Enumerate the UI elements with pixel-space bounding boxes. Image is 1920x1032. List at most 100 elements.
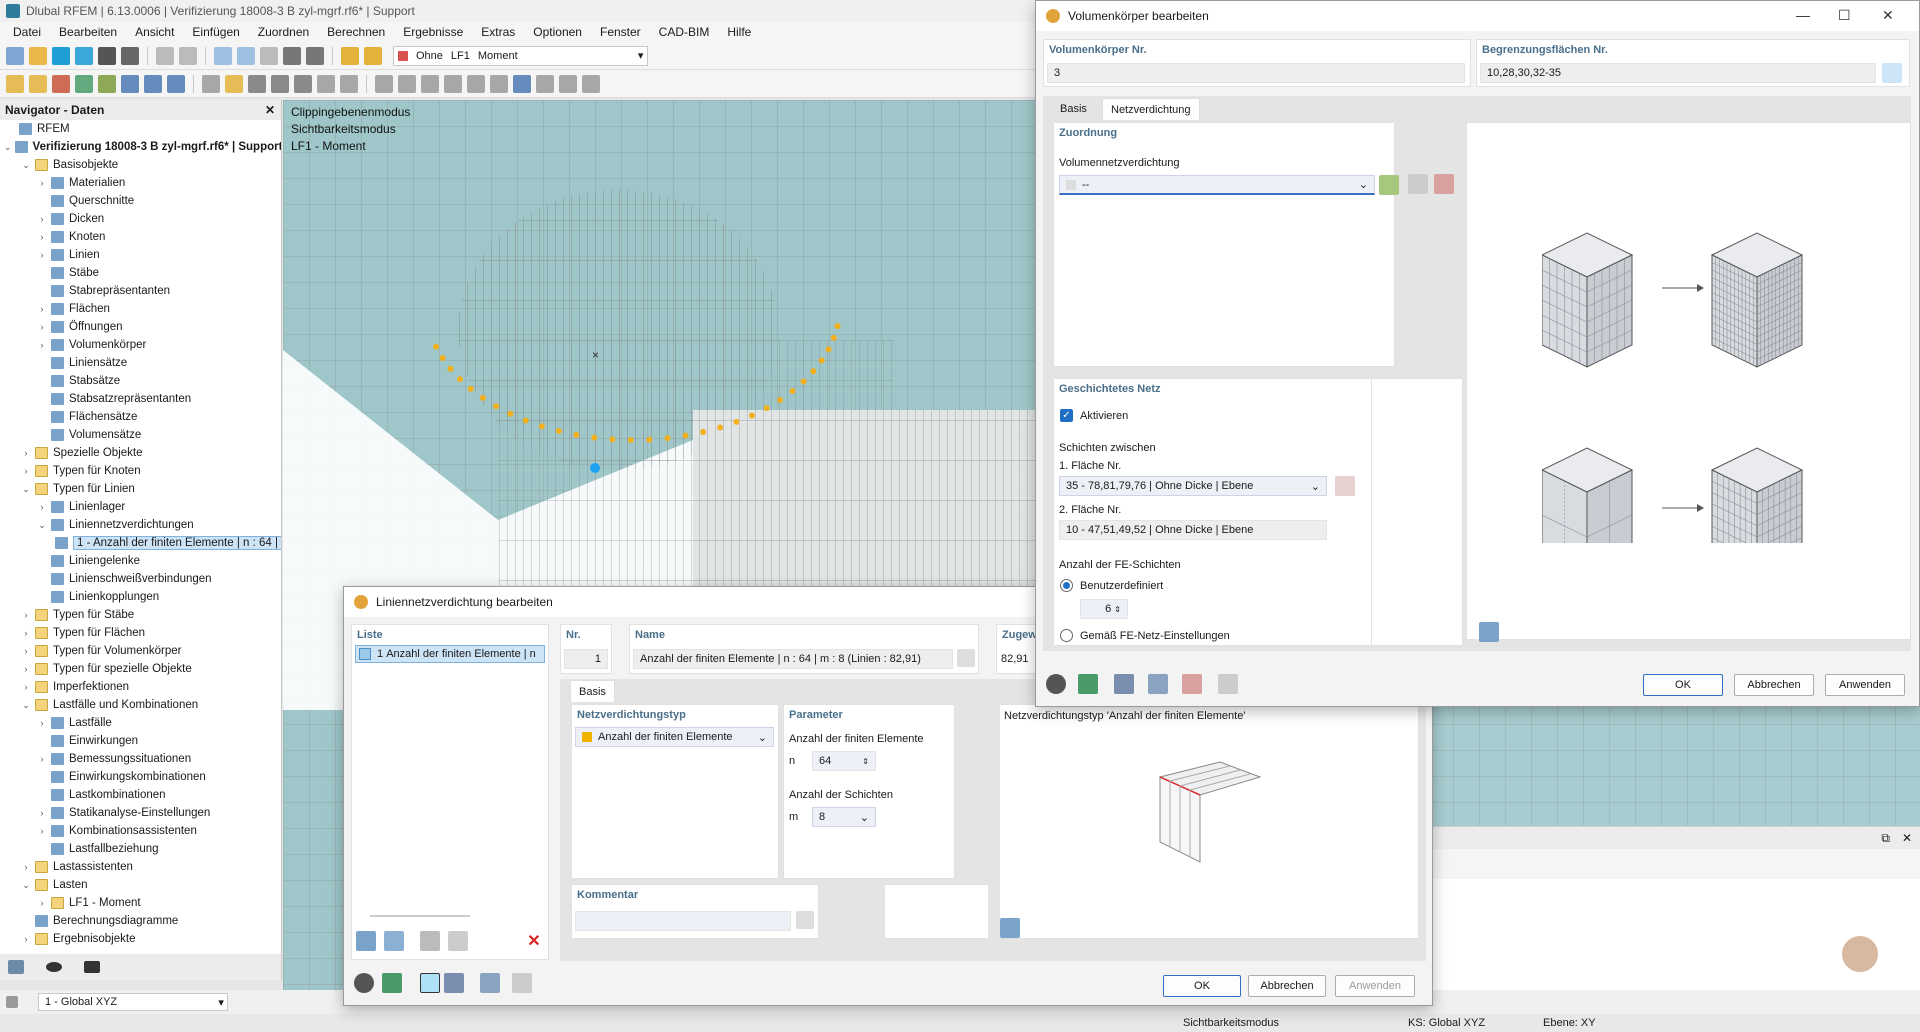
n-stepper[interactable]: 64 ⇕ bbox=[812, 751, 876, 771]
new-item-icon[interactable] bbox=[356, 931, 376, 951]
user-defined-radio[interactable] bbox=[1060, 579, 1073, 592]
formula-icon[interactable] bbox=[512, 973, 532, 993]
menu-item[interactable]: Fenster bbox=[591, 25, 650, 39]
navigator-item[interactable]: Stabsätze bbox=[2, 372, 281, 390]
color-icon[interactable] bbox=[420, 973, 440, 993]
navigator-item[interactable]: › Lastassistenten bbox=[2, 858, 281, 876]
navigator-item[interactable]: Lastfallbeziehung bbox=[2, 840, 281, 858]
toolbar-tool-icon[interactable] bbox=[225, 74, 243, 93]
toolbar-tool-icon[interactable] bbox=[398, 74, 416, 93]
navigator-item[interactable]: Stäbe bbox=[2, 264, 281, 282]
navigator-item[interactable]: ⌄ Typen für Linien bbox=[2, 480, 281, 498]
chevron-right-icon[interactable]: › bbox=[20, 646, 32, 656]
chevron-right-icon[interactable]: › bbox=[36, 340, 48, 350]
close-icon[interactable]: ✕ bbox=[1882, 7, 1894, 24]
layer-count-stepper[interactable]: 6 ⇕ bbox=[1080, 599, 1128, 619]
chevron-right-icon[interactable]: › bbox=[20, 466, 32, 476]
navigator-item[interactable]: ⌄ Lasten bbox=[2, 876, 281, 894]
ok-button[interactable]: OK bbox=[1163, 975, 1241, 997]
chevron-right-icon[interactable]: › bbox=[20, 610, 32, 620]
spin-icon[interactable]: ⇕ bbox=[862, 757, 869, 766]
uncheck-all-icon[interactable] bbox=[448, 931, 468, 951]
chevron-right-icon[interactable]: › bbox=[36, 214, 48, 224]
chevron-right-icon[interactable]: › bbox=[36, 898, 48, 908]
navigator-item[interactable]: › Typen für Flächen bbox=[2, 624, 281, 642]
report-icon[interactable] bbox=[283, 46, 301, 65]
ok-button[interactable]: OK bbox=[1643, 674, 1723, 696]
tab-basis[interactable]: Basis bbox=[1052, 98, 1095, 120]
cancel-button[interactable]: Abbrechen bbox=[1734, 674, 1814, 696]
chevron-down-icon[interactable]: ⌄ bbox=[20, 700, 32, 711]
maximize-icon[interactable]: ☐ bbox=[1838, 7, 1851, 24]
info-icon[interactable] bbox=[1479, 622, 1499, 642]
navigator-item[interactable]: › Öffnungen bbox=[2, 318, 281, 336]
navigator-item[interactable]: ⌄ Liniennetzverdichtungen bbox=[2, 516, 281, 534]
loadcase-combo[interactable]: Ohne LF1 Moment ▾ bbox=[393, 45, 649, 66]
toolbar-tool-icon[interactable] bbox=[271, 74, 289, 93]
menu-item[interactable]: Einfügen bbox=[183, 25, 248, 39]
toolbar-tool-icon[interactable] bbox=[421, 74, 439, 93]
menu-item[interactable]: Extras bbox=[472, 25, 524, 39]
menu-item[interactable]: Ergebnisse bbox=[394, 25, 472, 39]
list-scrollbar[interactable] bbox=[370, 915, 470, 917]
chevron-down-icon[interactable]: ⌄ bbox=[20, 880, 32, 891]
chevron-right-icon[interactable]: › bbox=[36, 826, 48, 836]
chevron-right-icon[interactable]: › bbox=[20, 664, 32, 674]
menu-item[interactable]: Hilfe bbox=[718, 25, 760, 39]
decimals-icon[interactable] bbox=[382, 973, 402, 993]
view-icon[interactable] bbox=[480, 973, 500, 993]
chevron-right-icon[interactable]: › bbox=[36, 322, 48, 332]
navigator-item[interactable]: › Imperfektionen bbox=[2, 678, 281, 696]
list-item[interactable]: 1 Anzahl der finiten Elemente | n bbox=[355, 645, 545, 663]
tab-netzverdichtung[interactable]: Netzverdichtung bbox=[1102, 98, 1200, 120]
toolbar-tool-icon[interactable] bbox=[29, 74, 47, 93]
navigator-item[interactable]: 1 - Anzahl der finiten Elemente | n : 64… bbox=[2, 534, 281, 552]
navigator-item[interactable]: Stabsatzrepräsentanten bbox=[2, 390, 281, 408]
toolbar-tool-icon[interactable] bbox=[340, 74, 358, 93]
navigator-item[interactable]: ⌄ Lastfälle und Kombinationen bbox=[2, 696, 281, 714]
navigator-item[interactable]: Liniensätze bbox=[2, 354, 281, 372]
units-icon[interactable] bbox=[444, 973, 464, 993]
navigator-item[interactable]: › Kombinationsassistenten bbox=[2, 822, 281, 840]
chevron-right-icon[interactable]: › bbox=[36, 808, 48, 818]
redo-icon[interactable] bbox=[179, 46, 197, 65]
navigator-item[interactable]: Berechnungsdiagramme bbox=[2, 912, 281, 930]
navigator-item[interactable]: Linienschweißverbindungen bbox=[2, 570, 281, 588]
chevron-right-icon[interactable]: › bbox=[36, 754, 48, 764]
spin-icon[interactable]: ⇕ bbox=[1114, 605, 1121, 614]
navigator-item[interactable]: › Bemessungssituationen bbox=[2, 750, 281, 768]
toolbar-tool-icon[interactable] bbox=[248, 74, 266, 93]
tab-basis[interactable]: Basis bbox=[570, 680, 615, 702]
menu-item[interactable]: CAD-BIM bbox=[650, 25, 719, 39]
menu-item[interactable]: Ansicht bbox=[126, 25, 183, 39]
menu-item[interactable]: Bearbeiten bbox=[50, 25, 126, 39]
cancel-button[interactable]: Abbrechen bbox=[1248, 975, 1326, 997]
delete-icon[interactable] bbox=[1182, 674, 1202, 694]
load-wizard-icon[interactable] bbox=[364, 46, 382, 65]
minimize-icon[interactable]: — bbox=[1796, 7, 1810, 23]
chevron-right-icon[interactable]: › bbox=[20, 862, 32, 872]
view-icon[interactable] bbox=[1148, 674, 1168, 694]
name-field[interactable]: Anzahl der finiten Elemente | n : 64 | m… bbox=[633, 649, 953, 669]
pick-face-icon[interactable] bbox=[1335, 476, 1355, 496]
assistant-avatar[interactable] bbox=[1840, 934, 1880, 974]
toolbar-tool-icon[interactable] bbox=[52, 74, 70, 93]
navigator-item[interactable]: Einwirkungen bbox=[2, 732, 281, 750]
menu-item[interactable]: Optionen bbox=[524, 25, 591, 39]
menu-item[interactable]: Datei bbox=[4, 25, 50, 39]
toolbar-tool-icon[interactable] bbox=[444, 74, 462, 93]
toolbar-tool-icon[interactable] bbox=[98, 74, 116, 93]
navigator-item[interactable]: › Ergebnisobjekte bbox=[2, 930, 281, 948]
volume-refinement-select[interactable]: -- ⌄ bbox=[1059, 175, 1375, 195]
chevron-down-icon[interactable]: ⌄ bbox=[36, 520, 48, 531]
chevron-right-icon[interactable]: › bbox=[36, 304, 48, 314]
navigator-item[interactable]: Einwirkungskombinationen bbox=[2, 768, 281, 786]
navigator-item[interactable]: › Statikanalyse-Einstellungen bbox=[2, 804, 281, 822]
view-icon[interactable] bbox=[214, 46, 232, 65]
display-tab-icon[interactable] bbox=[46, 962, 62, 972]
undo-icon[interactable] bbox=[156, 46, 174, 65]
navigator-item[interactable]: › Typen für Stäbe bbox=[2, 606, 281, 624]
navigator-item[interactable]: › LF1 - Moment bbox=[2, 894, 281, 912]
per-fe-radio[interactable] bbox=[1060, 629, 1073, 642]
chevron-right-icon[interactable]: › bbox=[20, 628, 32, 638]
